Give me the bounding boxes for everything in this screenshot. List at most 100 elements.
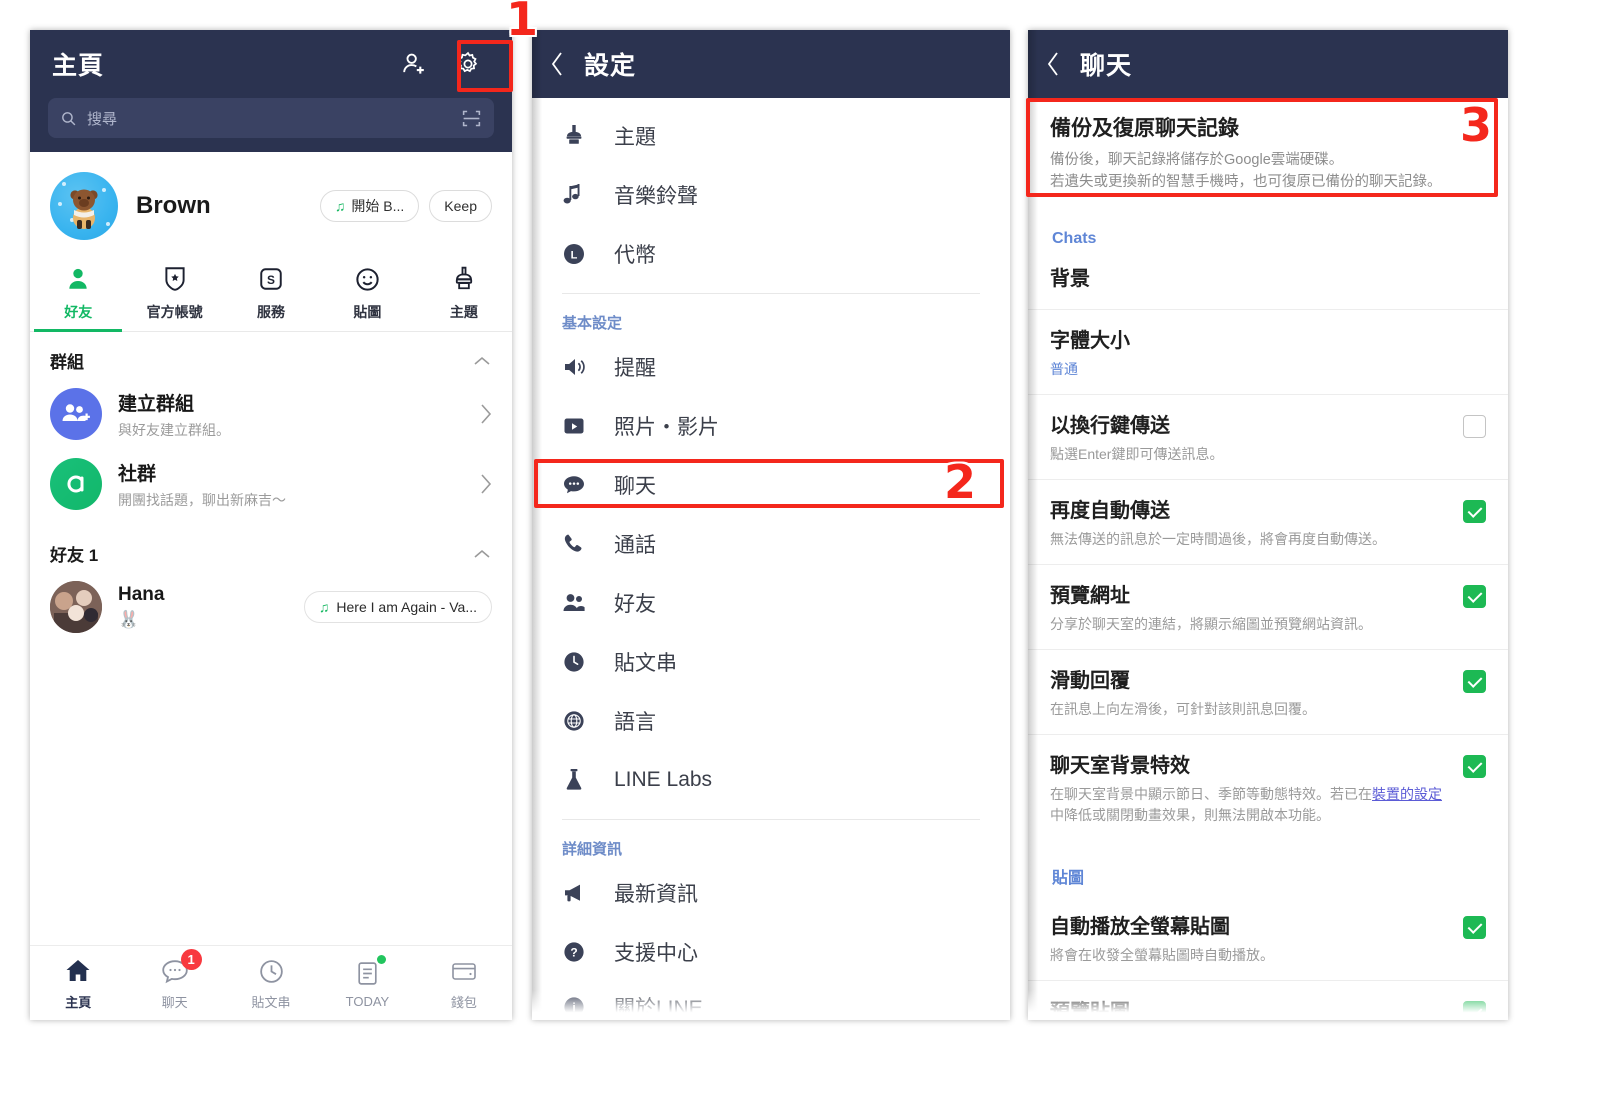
- tab-themes[interactable]: 主題: [416, 254, 512, 331]
- chat-setting-row[interactable]: 再度自動傳送 無法傳送的訊息於一定時間過後，將會再度自動傳送。: [1028, 478, 1508, 564]
- settings-item-timeline[interactable]: 貼文串: [532, 632, 1010, 691]
- section-title-groups: 群組: [50, 353, 84, 372]
- chat-setting-row[interactable]: 聊天室背景特效 在聊天室背景中顯示節日、季節等動態特效。若已在裝置的設定中降低或…: [1028, 733, 1508, 840]
- settings-item-chat[interactable]: 聊天: [532, 455, 1010, 514]
- chat-setting-title: 再度自動傳送: [1050, 499, 1170, 522]
- chat-setting-row[interactable]: 背景: [1028, 256, 1508, 309]
- tabbar-label-today: TODAY: [345, 994, 390, 1009]
- chevron-up-icon[interactable]: [472, 548, 492, 560]
- settings-item-label: LINE Labs: [614, 767, 713, 791]
- wallet-icon: [450, 955, 478, 987]
- section-title-friends: 好友 1: [50, 546, 99, 565]
- profile-name: Brown: [136, 192, 211, 219]
- settings-item-coins[interactable]: L 代幣: [532, 224, 1010, 283]
- chat-setting-title: 聊天室背景特效: [1050, 754, 1190, 777]
- settings-item-news[interactable]: 最新資訊: [532, 863, 1010, 922]
- chevron-left-icon[interactable]: [550, 51, 564, 77]
- backup-restore-desc: 備份後，聊天記錄將儲存於Google雲端硬碟。 若遺失或更換新的智慧手機時，也可…: [1050, 149, 1486, 194]
- bottom-fade: [1028, 990, 1508, 1020]
- tabbar-item-chats[interactable]: 1 聊天: [126, 949, 222, 1011]
- settings-navbar: 設定: [532, 30, 1010, 98]
- panel-edge-shadow: [1028, 30, 1038, 1020]
- list-item-title: 社群: [118, 463, 157, 485]
- home-navbar: 主頁: [30, 30, 512, 98]
- friend-music-label: Here I am Again - Va...: [336, 599, 477, 615]
- chevron-left-icon[interactable]: [1046, 51, 1060, 77]
- settings-item-line-labs[interactable]: LINE Labs: [532, 750, 1010, 809]
- chat-setting-row[interactable]: 以換行鍵傳送 點選Enter鍵即可傳送訊息。: [1028, 393, 1508, 479]
- tabbar-item-today[interactable]: TODAY: [319, 955, 415, 1009]
- chat-setting-row[interactable]: 字體大小 普通: [1028, 308, 1508, 394]
- checkbox-auto-resend[interactable]: [1463, 499, 1486, 523]
- search-area: 搜尋: [30, 98, 512, 152]
- tab-stickers-label: 貼圖: [353, 304, 382, 320]
- tab-stickers[interactable]: 貼圖: [319, 254, 415, 331]
- music-status-pill[interactable]: ♫ 開始 B...: [319, 190, 420, 222]
- tab-friends[interactable]: 好友: [30, 254, 126, 332]
- section-header-friends[interactable]: 好友 1: [30, 519, 512, 572]
- chevron-right-icon: [480, 403, 492, 425]
- checkbox-url-preview[interactable]: [1463, 584, 1486, 608]
- qr-scan-icon: [462, 110, 481, 126]
- list-item[interactable]: 建立群組 與好友建立群組。: [30, 379, 512, 449]
- settings-item-photos-videos[interactable]: 照片・影片: [532, 396, 1010, 455]
- device-settings-link[interactable]: 裝置的設定: [1372, 786, 1442, 802]
- timeline-clock-icon: [258, 955, 285, 987]
- settings-group-title-basic: 基本設定: [562, 315, 623, 332]
- tab-official-accounts[interactable]: 官方帳號: [126, 254, 222, 331]
- tabbar-label-home: 主頁: [65, 995, 92, 1010]
- friend-music-pill[interactable]: ♫ Here I am Again - Va...: [303, 591, 492, 623]
- backup-desc-line2: 若遺失或更換新的智慧手機時，也可復原已備份的聊天記錄。: [1050, 174, 1442, 191]
- keep-label: Keep: [444, 198, 477, 214]
- tabbar-item-timeline[interactable]: 貼文串: [223, 955, 319, 1011]
- chat-setting-row[interactable]: 自動播放全螢幕貼圖 將會在收發全螢幕貼圖時自動播放。: [1028, 896, 1508, 980]
- chat-setting-desc: 在訊息上向左滑後，可針對該則訊息回覆。: [1050, 700, 1316, 717]
- backup-restore-row[interactable]: 備份及復原聊天記錄 備份後，聊天記錄將儲存於Google雲端硬碟。 若遺失或更換…: [1028, 98, 1508, 210]
- svg-text:S: S: [267, 273, 275, 287]
- search-input[interactable]: 搜尋: [48, 98, 494, 138]
- keep-button[interactable]: Keep: [429, 190, 492, 222]
- tabbar-item-home[interactable]: 主頁: [30, 955, 126, 1011]
- settings-item-friends[interactable]: 好友: [532, 573, 1010, 632]
- chat-dots-icon: [562, 474, 600, 496]
- settings-item-label: 音樂鈴聲: [614, 184, 698, 208]
- chat-setting-row[interactable]: 預覽網址 分享於聊天室的連結，將顯示縮圖並預覽網站資訊。: [1028, 563, 1508, 649]
- page-title: 主頁: [52, 52, 105, 80]
- tab-services[interactable]: S 服務: [223, 254, 319, 331]
- chat-setting-desc: 分享於聊天室的連結，將顯示縮圖並預覽網站資訊。: [1050, 615, 1372, 632]
- settings-item-music-ringtone[interactable]: 音樂鈴聲: [532, 165, 1010, 224]
- settings-item-label: 最新資訊: [614, 882, 698, 906]
- chevron-up-icon[interactable]: [472, 355, 492, 367]
- chat-setting-desc: 點選Enter鍵即可傳送訊息。: [1050, 445, 1224, 462]
- checkbox-swipe-reply[interactable]: [1463, 669, 1486, 693]
- settings-item-notifications[interactable]: 提醒: [532, 337, 1010, 396]
- flask-icon: [562, 767, 600, 793]
- group-add-icon: [50, 388, 102, 440]
- list-item[interactable]: 社群 開團找話題，聊出新麻吉～: [30, 449, 512, 519]
- page-title: 聊天: [1080, 52, 1133, 80]
- section-header-groups[interactable]: 群組: [30, 332, 512, 379]
- brown-bear-icon: [70, 189, 98, 230]
- settings-item-language[interactable]: 語言: [532, 691, 1010, 750]
- add-friend-icon[interactable]: [400, 50, 428, 78]
- backup-desc-line1: 備份後，聊天記錄將儲存於Google雲端硬碟。: [1050, 152, 1344, 168]
- chat-effect-desc-part1: 在聊天室背景中顯示節日、季節等動態特效。若已在: [1050, 785, 1372, 802]
- today-doc-icon: [355, 955, 386, 989]
- list-item[interactable]: Hana 🐰 ♫ Here I am Again - Va...: [30, 572, 512, 642]
- backup-restore-title: 備份及復原聊天記錄: [1050, 117, 1239, 140]
- chat-setting-row[interactable]: 滑動回覆 在訊息上向左滑後，可針對該則訊息回覆。: [1028, 648, 1508, 734]
- checkbox-autoplay-fullscreen-sticker[interactable]: [1463, 915, 1486, 939]
- chat-bubble-icon: 1: [160, 949, 202, 987]
- checkbox-chat-bg-effect[interactable]: [1463, 754, 1486, 778]
- tabbar-item-wallet[interactable]: 錢包: [416, 955, 512, 1011]
- settings-item-calls[interactable]: 通話: [532, 514, 1010, 573]
- avatar[interactable]: [50, 172, 118, 240]
- gear-icon[interactable]: [454, 50, 482, 78]
- search-icon: [62, 111, 76, 125]
- checkbox-send-with-enter[interactable]: [1463, 414, 1486, 438]
- hana-avatar[interactable]: [50, 581, 102, 633]
- profile-row[interactable]: Brown ♫ 開始 B... Keep: [30, 152, 512, 254]
- settings-item-help-center[interactable]: ? 支援中心: [532, 922, 1010, 981]
- settings-item-theme[interactable]: 主題: [532, 106, 1010, 165]
- chat-setting-desc: 無法傳送的訊息於一定時間過後，將會再度自動傳送。: [1050, 530, 1386, 547]
